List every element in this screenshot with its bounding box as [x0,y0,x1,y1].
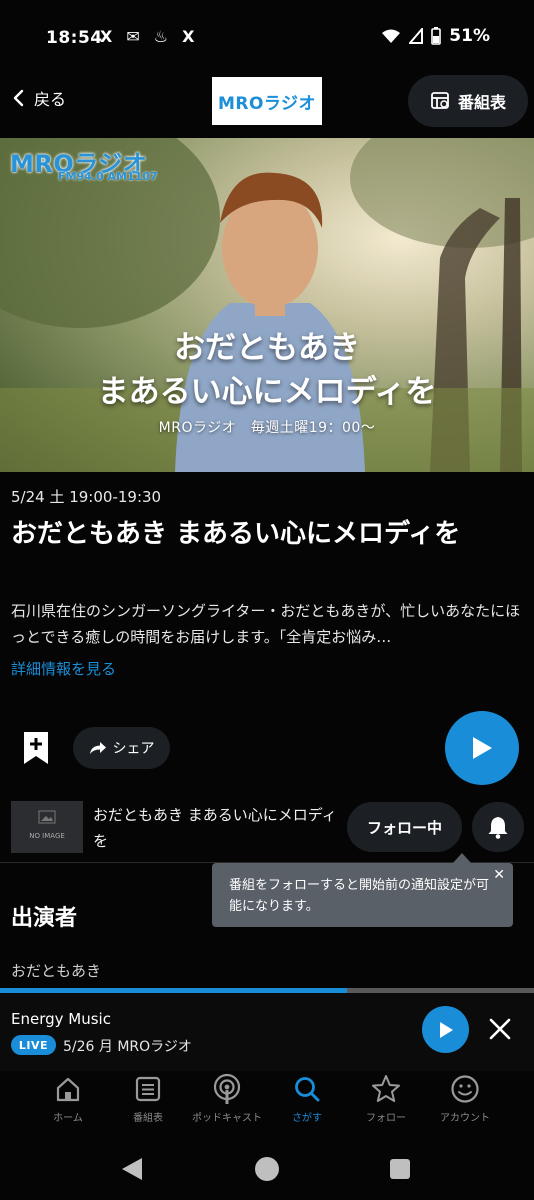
podcast-icon [213,1073,241,1104]
add-bookmark-button[interactable] [22,730,50,766]
player-title: Energy Music [11,1010,111,1028]
nav-label-follow: フォロー [366,1113,406,1124]
hero-title-line2: まあるい心にメロディを [97,374,437,410]
nav-label-account: アカウント [440,1113,490,1124]
play-button[interactable] [445,711,519,785]
bottom-navigation: ホーム 番組表 ポッドキャスト さがす フォロー アカウント [0,1071,534,1137]
x-app-icon: X [100,27,113,46]
logo-text: MROラジオ [217,93,317,114]
no-image-label: NO IMAGE [29,832,65,840]
program-description: 石川県在住のシンガーソングライター・おだともあきが、忙しいあなたにほっとできる癒… [11,602,521,646]
cast-name[interactable]: おだともあき [11,960,101,981]
back-label: 戻る [34,90,67,109]
system-back-icon[interactable] [122,1158,142,1180]
battery-percent: 51% [449,26,490,46]
play-icon [473,737,492,759]
back-button[interactable]: 戻る [12,86,66,110]
schedule-icon [431,92,449,109]
notification-bell-button[interactable] [472,802,524,852]
star-icon [372,1075,400,1102]
live-badge: LIVE [11,1035,56,1055]
share-button[interactable]: シェア [73,727,170,769]
notification-icons: X ✉ ♨ X [100,27,194,46]
battery-icon [431,27,442,45]
system-navigation-bar [0,1137,534,1200]
play-icon [439,1021,453,1038]
wifi-icon [382,29,401,43]
schedule-button[interactable]: 番組表 [408,75,528,127]
nav-account[interactable]: アカウント [425,1073,505,1133]
home-icon [56,1077,80,1102]
app-notification-icon: ♨ [153,27,169,46]
account-icon [451,1075,479,1103]
follow-program-title: おだともあき まあるい心にメロディを [93,806,337,850]
mini-player[interactable]: Energy Music LIVE 5/26 月 MROラジオ [0,993,534,1071]
player-close-button[interactable] [486,1015,514,1043]
schedule-label: 番組表 [457,93,506,112]
status-time: 18:54 [46,28,103,48]
schedule-icon [135,1076,161,1102]
nav-label-search: さがす [292,1113,322,1124]
app-logo: MROラジオ [212,77,322,125]
nav-follow[interactable]: フォロー [346,1073,426,1133]
chevron-left-icon [13,89,24,107]
nav-schedule[interactable]: 番組表 [108,1073,188,1133]
tooltip-text: 番組をフォローすると開始前の通知設定が可能になります。 [229,878,490,914]
nav-home[interactable]: ホーム [28,1073,108,1133]
nav-label-podcast: ポッドキャスト [192,1113,262,1124]
hero-subtitle: MROラジオ 毎週土曜19：00〜 [158,420,376,436]
share-label: シェア [112,741,155,757]
system-recents-icon[interactable] [390,1159,410,1179]
image-placeholder-icon [38,810,56,824]
system-status-icons: 51% [381,26,490,46]
program-title: おだともあき まあるい心にメロディを [11,519,461,549]
hero-frequency: FM94.0 AM1107 [58,170,158,183]
program-thumbnail: NO IMAGE [11,801,83,853]
nav-podcast[interactable]: ポッドキャスト [187,1073,267,1133]
nav-label-home: ホーム [53,1113,83,1124]
program-hero-image: MROラジオ FM94.0 AM1107 おだともあき まあるい心にメロディを … [0,138,534,472]
follow-notification-tooltip: 番組をフォローすると開始前の通知設定が可能になります。 ✕ [212,863,513,927]
x-app-icon: X [182,27,195,46]
mail-icon: ✉ [126,27,140,46]
system-home-icon[interactable] [255,1157,279,1181]
status-bar: 18:54 X ✉ ♨ X 51% [0,0,534,78]
player-meta: 5/26 月 MROラジオ [63,1039,192,1055]
following-button[interactable]: フォロー中 [347,802,462,852]
detail-info-link[interactable]: 詳細情報を見る [11,658,116,679]
signal-icon [409,28,424,44]
hero-title-line1: おだともあき [174,330,360,366]
program-date-time: 5/24 土 19:00-19:30 [11,488,162,506]
cast-heading: 出演者 [11,906,78,931]
nav-label-schedule: 番組表 [133,1113,163,1124]
bookmark-add-icon [24,732,48,764]
close-icon [489,1018,511,1040]
tooltip-close-icon[interactable]: ✕ [493,867,505,883]
bell-icon [488,817,508,839]
search-icon [295,1077,320,1102]
player-play-button[interactable] [422,1006,469,1053]
nav-search[interactable]: さがす [267,1073,347,1133]
share-arrow-icon [89,742,106,754]
app-header: 戻る MROラジオ 番組表 [0,72,534,134]
